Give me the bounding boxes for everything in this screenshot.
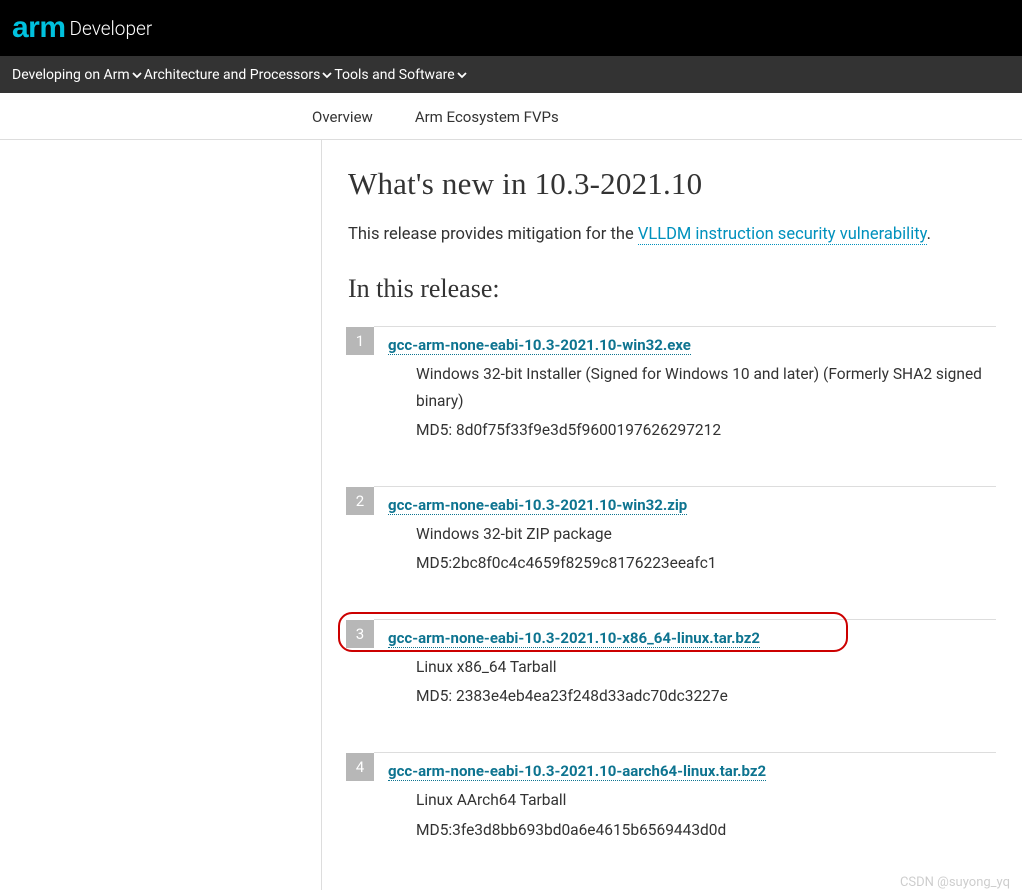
nav-architecture-processors[interactable]: Architecture and Processors: [144, 67, 335, 83]
download-number: 1: [346, 327, 374, 355]
intro-text-post: .: [927, 225, 931, 244]
chevron-down-icon: [457, 70, 467, 80]
page-title: What's new in 10.3-2021.10: [348, 166, 996, 202]
download-desc: Linux x86_64 Tarball: [388, 654, 760, 681]
content-column: What's new in 10.3-2021.10 This release …: [322, 140, 1022, 890]
download-md5: MD5:2bc8f0c4c4659f8259c8176223eeafc1: [388, 550, 717, 577]
download-link[interactable]: gcc-arm-none-eabi-10.3-2021.10-win32.zip: [388, 496, 687, 515]
chevron-down-icon: [322, 70, 332, 80]
top-header: arm Developer: [0, 0, 1022, 56]
download-body: gcc-arm-none-eabi-10.3-2021.10-win32.exe…: [374, 327, 996, 444]
download-link[interactable]: gcc-arm-none-eabi-10.3-2021.10-x86_64-li…: [388, 629, 760, 648]
watermark: CSDN @suyong_yq: [900, 875, 1010, 890]
sub-nav: Overview Arm Ecosystem FVPs: [0, 93, 1022, 140]
intro-text-pre: This release provides mitigation for the: [348, 225, 638, 244]
download-body: gcc-arm-none-eabi-10.3-2021.10-aarch64-l…: [374, 753, 766, 843]
nav-developing-on-arm[interactable]: Developing on Arm: [12, 67, 144, 83]
brand-logo[interactable]: arm: [12, 11, 66, 45]
nav-label: Developing on Arm: [12, 67, 130, 83]
nav-tools-software[interactable]: Tools and Software: [334, 67, 468, 83]
download-md5: MD5: 2383e4eb4ea23f248d33adc70dc3227e: [388, 683, 760, 710]
download-md5: MD5:3fe3d8bb693bd0a6e4615b6569443d0d: [388, 817, 766, 844]
download-number: 4: [346, 753, 374, 781]
download-number: 2: [346, 487, 374, 515]
nav-label: Tools and Software: [334, 67, 454, 83]
download-link[interactable]: gcc-arm-none-eabi-10.3-2021.10-win32.exe: [388, 336, 691, 355]
vulnerability-link[interactable]: VLLDM instruction security vulnerability: [638, 225, 927, 245]
download-desc: Linux AArch64 Tarball: [388, 787, 766, 814]
download-item: 1 gcc-arm-none-eabi-10.3-2021.10-win32.e…: [374, 326, 996, 444]
chevron-down-icon: [132, 70, 142, 80]
download-desc: Windows 32-bit Installer (Signed for Win…: [388, 361, 996, 415]
main-nav: Developing on Arm Architecture and Proce…: [0, 56, 1022, 93]
intro-paragraph: This release provides mitigation for the…: [348, 222, 996, 248]
main-content: What's new in 10.3-2021.10 This release …: [0, 140, 1022, 890]
left-sidebar: [0, 140, 322, 890]
download-link[interactable]: gcc-arm-none-eabi-10.3-2021.10-aarch64-l…: [388, 762, 766, 781]
download-list: 1 gcc-arm-none-eabi-10.3-2021.10-win32.e…: [348, 326, 996, 844]
tab-ecosystem-fvps[interactable]: Arm Ecosystem FVPs: [415, 93, 559, 139]
download-item: 4 gcc-arm-none-eabi-10.3-2021.10-aarch64…: [374, 752, 996, 843]
download-item: 2 gcc-arm-none-eabi-10.3-2021.10-win32.z…: [374, 486, 996, 577]
download-body: gcc-arm-none-eabi-10.3-2021.10-win32.zip…: [374, 487, 717, 577]
download-desc: Windows 32-bit ZIP package: [388, 521, 717, 548]
section-heading: In this release:: [348, 274, 996, 304]
tab-overview[interactable]: Overview: [312, 93, 373, 139]
download-body: gcc-arm-none-eabi-10.3-2021.10-x86_64-li…: [374, 620, 760, 710]
download-md5: MD5: 8d0f75f33f9e3d5f9600197626297212: [388, 417, 996, 444]
nav-label: Architecture and Processors: [144, 67, 321, 83]
download-number: 3: [346, 620, 374, 648]
brand-suffix: Developer: [70, 17, 153, 40]
download-item: 3 gcc-arm-none-eabi-10.3-2021.10-x86_64-…: [374, 619, 996, 710]
